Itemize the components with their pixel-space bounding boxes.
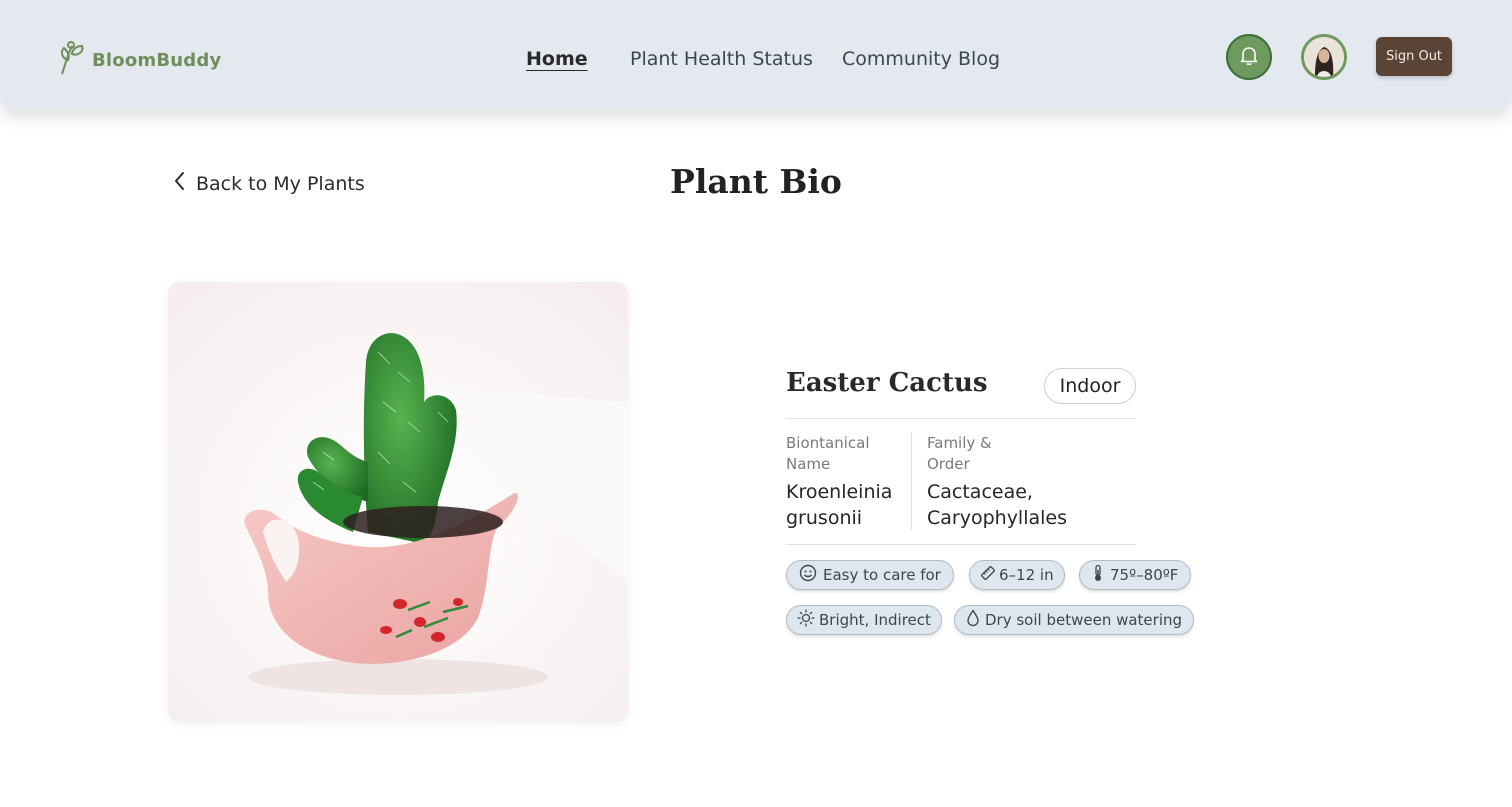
smiley-icon [799,564,817,586]
brand-logo[interactable]: BloomBuddy [58,40,221,80]
column-divider [911,432,912,530]
plant-name: Easter Cactus [786,368,988,398]
care-tag-light: Bright, Indirect [786,605,942,635]
care-tag-label: Bright, Indirect [819,611,931,629]
family-order-label: Family & Order [927,434,992,473]
notifications-button[interactable] [1226,34,1272,80]
care-tag-watering: Dry soil between watering [954,605,1195,635]
ruler-icon [980,565,996,585]
sun-icon [797,609,815,631]
care-tag-label: 6–12 in [999,566,1054,584]
family-order-value: Cactaceae, Caryophyllales [927,481,1068,529]
care-tag-size: 6–12 in [969,560,1065,590]
bell-icon [1237,43,1261,71]
brand-name: BloomBuddy [92,49,222,71]
droplet-icon [966,609,980,631]
botanical-name-value: Kroenleinia grusonii [786,481,893,529]
avatar-portrait [1304,37,1344,77]
nav-plant-health-status[interactable]: Plant Health Status [630,48,813,70]
nav-community-blog[interactable]: Community Blog [842,48,1000,70]
care-tag-temperature: 75º–80ºF [1079,560,1192,590]
care-tag-label: 75º–80ºF [1110,566,1179,584]
sprout-icon [58,40,86,80]
care-tag-label: Easy to care for [823,566,941,584]
divider-top [786,418,1136,419]
care-tag-label: Dry soil between watering [985,611,1183,629]
cactus-in-pink-pitcher-image [168,282,628,722]
botanical-name-label: Biontanical Name [786,434,870,473]
location-tag: Indoor [1044,368,1136,404]
plant-photo [168,282,628,722]
nav-home[interactable]: Home [526,48,588,70]
user-avatar[interactable] [1301,34,1347,80]
page-title: Plant Bio [670,162,842,201]
top-nav-bar: BloomBuddy Home Plant Health Status Comm… [0,0,1512,110]
sign-out-button[interactable]: Sign Out [1376,37,1452,76]
divider-bottom [786,544,1136,545]
thermometer-icon [1092,564,1104,586]
care-tag-difficulty: Easy to care for [786,560,954,590]
